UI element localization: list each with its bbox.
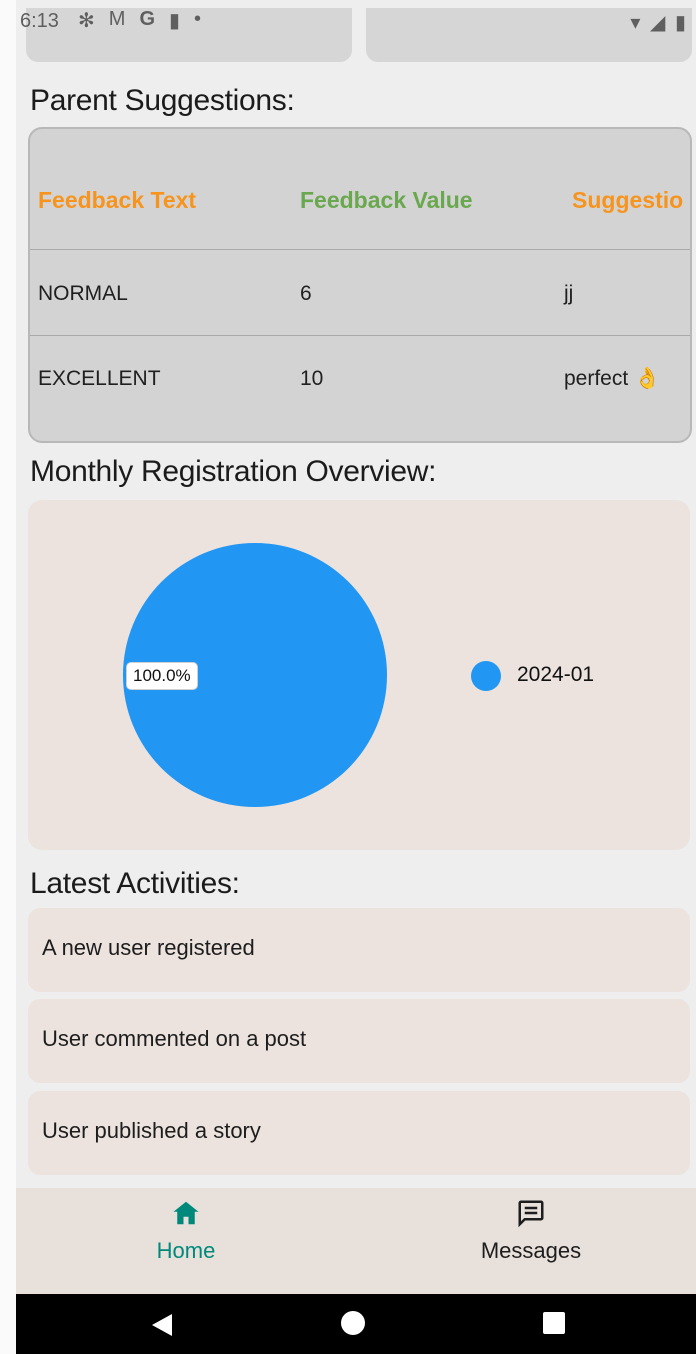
table-cell: 6 <box>300 282 312 305</box>
parent-suggestions-table[interactable]: Feedback Text Feedback Value Suggestio N… <box>28 127 692 443</box>
pie-slice-label: 100.0% <box>126 662 198 690</box>
dot-icon: • <box>194 8 202 30</box>
status-time: 6:13 <box>20 10 59 32</box>
activity-text: A new user registered <box>42 935 255 960</box>
legend-label: 2024-01 <box>517 663 595 686</box>
message-icon <box>518 1200 544 1228</box>
nav-messages-label: Messages <box>480 1238 582 1263</box>
monthly-registration-title: Monthly Registration Overview: <box>30 455 437 488</box>
activity-item[interactable]: User published a story <box>28 1091 690 1175</box>
activity-text: User commented on a post <box>42 1026 307 1051</box>
column-header-suggestion[interactable]: Suggestio <box>572 187 683 214</box>
table-cell: jj <box>564 282 574 305</box>
nav-home[interactable]: Home <box>86 1198 286 1264</box>
recents-icon[interactable] <box>543 1312 565 1334</box>
home-circle-icon[interactable] <box>341 1311 365 1335</box>
table-cell: perfect 👌 <box>564 367 661 390</box>
row-divider <box>30 249 690 250</box>
system-navigation-bar <box>16 1294 696 1354</box>
activity-item[interactable]: A new user registered <box>28 908 690 992</box>
parent-suggestions-title: Parent Suggestions: <box>30 84 295 117</box>
app-screen: 6:13 ✻ M G ▮ • ▾ ◢ ▮ Parent Suggestions:… <box>16 0 696 1354</box>
column-header-feedback-text[interactable]: Feedback Text <box>38 187 196 214</box>
status-icons-left: ✻ M G ▮ • <box>78 8 201 33</box>
latest-activities-title: Latest Activities: <box>30 867 240 900</box>
home-icon <box>173 1201 199 1225</box>
registration-chart-card: 100.0% 2024-01 <box>28 500 690 850</box>
back-icon[interactable] <box>148 1312 174 1338</box>
wifi-icon: ▾ <box>630 12 643 34</box>
bottom-navigation: Home Messages <box>16 1188 696 1294</box>
status-icons-right: ▾ ◢ ▮ <box>630 10 688 35</box>
google-icon: G <box>139 8 155 30</box>
activity-item[interactable]: User commented on a post <box>28 999 690 1083</box>
gear-icon: ✻ <box>78 10 95 32</box>
battery-icon: ▮ <box>674 12 688 34</box>
activity-text: User published a story <box>42 1118 261 1143</box>
row-divider <box>30 335 690 336</box>
status-bar: 6:13 ✻ M G ▮ • ▾ ◢ ▮ <box>16 0 696 62</box>
nav-messages[interactable]: Messages <box>431 1198 631 1264</box>
signal-icon: ◢ <box>650 12 668 34</box>
table-cell: 10 <box>300 367 324 390</box>
nav-home-label: Home <box>156 1238 216 1263</box>
sd-card-icon: ▮ <box>169 10 181 32</box>
legend-marker <box>471 661 501 691</box>
gmail-icon: M <box>108 8 126 30</box>
column-header-feedback-value[interactable]: Feedback Value <box>300 187 473 214</box>
table-cell: NORMAL <box>38 282 128 305</box>
table-cell: EXCELLENT <box>38 367 161 390</box>
